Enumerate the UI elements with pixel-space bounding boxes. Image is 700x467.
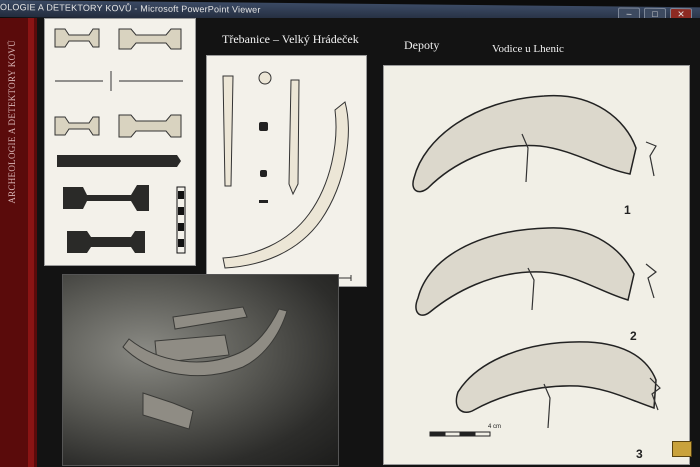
- figure-number-3: 3: [636, 447, 643, 461]
- trebanice-illustration: [222, 71, 352, 281]
- finds-photo-image: [122, 306, 288, 430]
- heading-depoty: Depoty: [404, 38, 440, 52]
- heading-site: Třebanice – Velký Hrádeček: [222, 32, 359, 46]
- trebanice-panel: [206, 55, 367, 287]
- figure-number-1: 1: [624, 203, 631, 217]
- sidebar-accent: [28, 18, 34, 467]
- slide: ARCHEOLOGIE A DETEKTORY KOVŮ Třebanice –…: [0, 18, 700, 467]
- window-title: OLOGIE A DETEKTORY KOVŮ - Microsoft Powe…: [0, 2, 261, 15]
- scale-label: 4 cm: [488, 424, 501, 430]
- axes-panel: [44, 18, 196, 266]
- sidebar-title: ARCHEOLOGIE A DETEKTORY KOVŮ: [7, 40, 17, 204]
- finds-photo: [62, 274, 339, 466]
- heading-vodice: Vodice u Lhenic: [492, 43, 564, 55]
- figure-number-2: 2: [630, 329, 637, 343]
- vodice-panel: 1 2 3 4 cm: [383, 65, 690, 465]
- sickles-illustration: 1 2 3 4 cm: [412, 94, 661, 461]
- axes-illustration: [54, 28, 186, 254]
- slide-nav-icon[interactable]: [672, 441, 692, 457]
